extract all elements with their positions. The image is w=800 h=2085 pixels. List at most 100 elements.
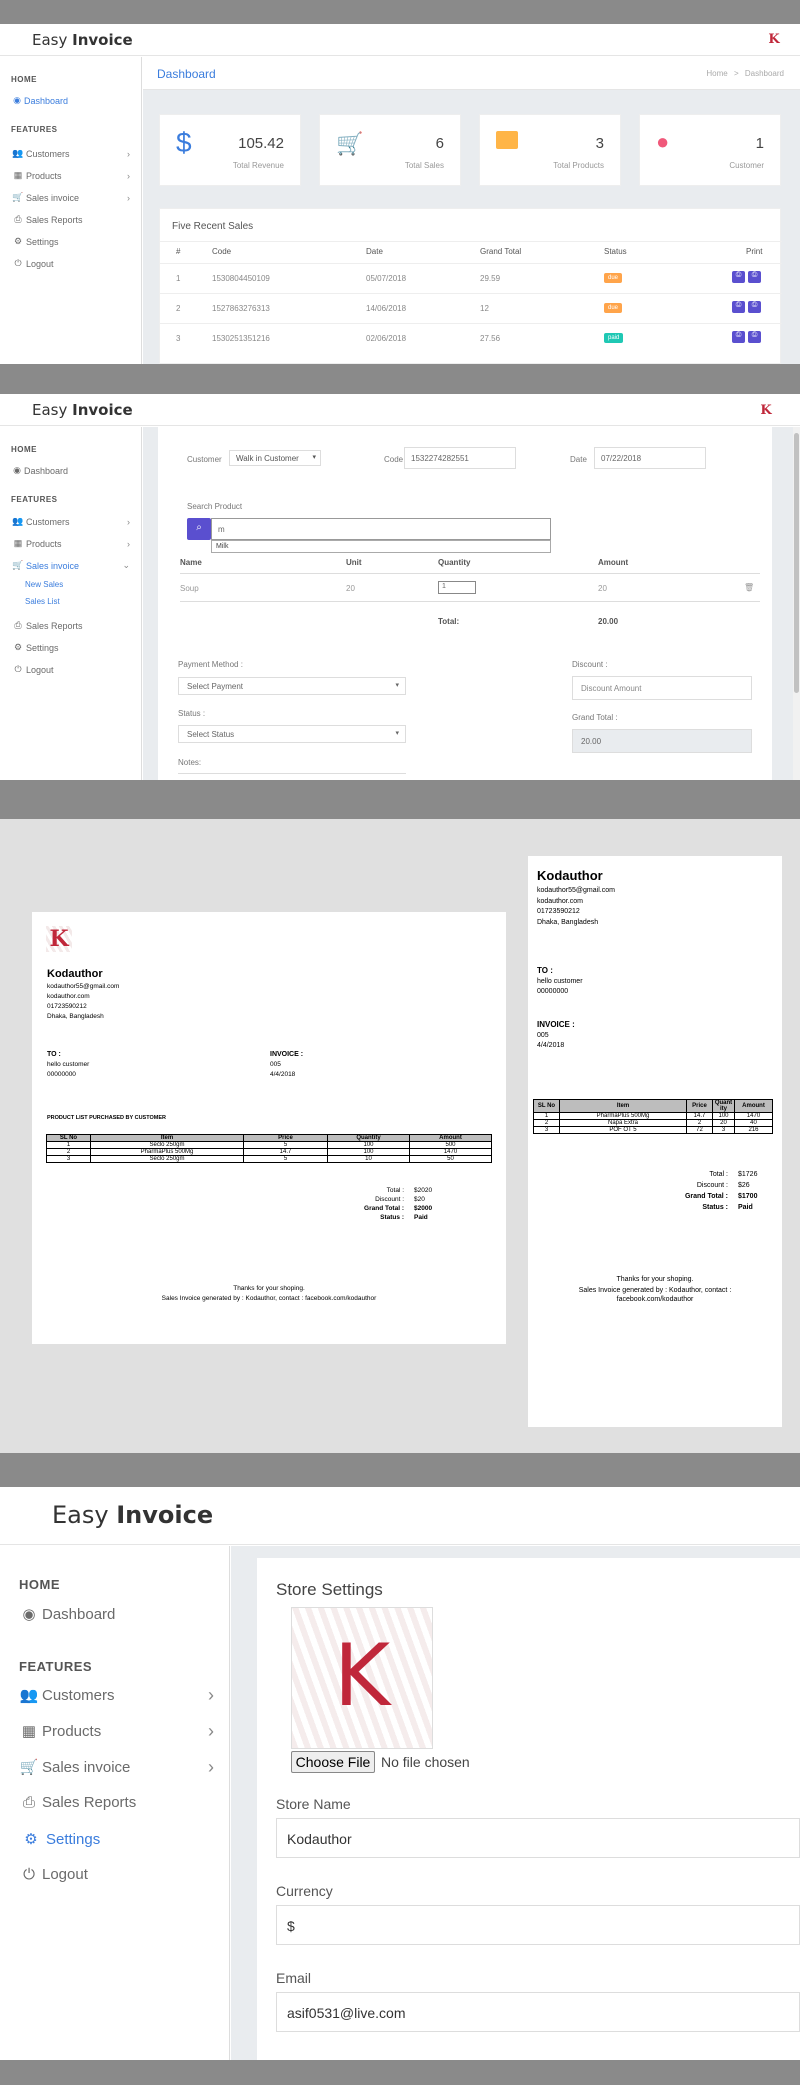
store-name-input[interactable]: Kodauthor — [276, 1818, 800, 1858]
items-table-header: Name Unit Quantity Amount — [180, 558, 760, 574]
quantity-input[interactable]: 1 — [438, 581, 476, 594]
scrollbar[interactable] — [793, 427, 800, 780]
sidebar-item-sales-invoice[interactable]: 🛒 Sales invoice ⌄ — [10, 560, 138, 571]
sidebar-item-logout[interactable]: ⏻ Logout — [10, 664, 53, 675]
print-button[interactable]: ⎙ — [732, 271, 745, 283]
table-row: 1 1530804450109 05/07/2018 29.59 due ⎙ ⎙ — [160, 263, 782, 293]
dashboard-icon: ◉ — [22, 1606, 36, 1623]
status-select[interactable]: Select Status ▾ — [178, 725, 406, 743]
table-row: 1 PharmaPlus 500Mg 14.7 100 1470 — [533, 1112, 773, 1120]
choose-file-button[interactable]: Choose File — [291, 1751, 375, 1773]
table-row: 3 POF OT 5 72 3 216 — [533, 1126, 773, 1134]
sidebar-item-sales-invoice[interactable]: 🛒 Sales invoice › — [10, 192, 138, 203]
email-input[interactable]: asif0531@live.com — [276, 1992, 800, 2032]
company-email: kodauthor55@gmail.com — [47, 983, 120, 990]
discount-input[interactable]: Discount Amount — [572, 676, 752, 700]
sidebar-item-dashboard[interactable]: ◉ Dashboard — [16, 1605, 115, 1624]
user-avatar[interactable]: K — [756, 403, 776, 421]
customer-phone: 00000000 — [537, 988, 569, 995]
user-avatar[interactable]: K — [764, 32, 784, 50]
a4-invoice: K Kodauthor kodauthor55@gmail.com kodaut… — [32, 912, 506, 1344]
sidebar-item-customers[interactable]: 👥 Customers › — [10, 148, 138, 159]
sidebar-heading-features: FEATURES — [11, 125, 58, 134]
company-phone: 01723590212 — [537, 908, 580, 915]
stat-value: 6 — [435, 135, 444, 152]
invoice-footer: Sales Invoice generated by : Kodauthor, … — [578, 1287, 732, 1294]
print-button[interactable]: ⎙ — [732, 301, 745, 313]
company-email: kodauthor55@gmail.com — [537, 887, 615, 894]
payment-method-select[interactable]: Select Payment ▾ — [178, 677, 406, 695]
chevron-right-icon: › — [127, 538, 130, 549]
breadcrumb-home[interactable]: Home — [706, 69, 727, 78]
table-row: 1 Seclo 250gm 5 100 500 — [46, 1141, 492, 1149]
print-pos-button[interactable]: ⎙ — [748, 271, 761, 283]
no-file-label: No file chosen — [381, 1754, 470, 1770]
sidebar-heading-home: HOME — [11, 445, 37, 454]
sidebar-item-customers[interactable]: 👥 Customers › — [10, 516, 138, 527]
sidebar-item-products[interactable]: ▦ Products › — [10, 538, 138, 549]
print-pos-button[interactable]: ⎙ — [748, 301, 761, 313]
app-logo[interactable]: Easy Invoice — [32, 31, 133, 49]
sidebar-item-sales-invoice[interactable]: 🛒 Sales invoice › — [16, 1757, 222, 1777]
sidebar-item-sales-reports[interactable]: ⎙ Sales Reports — [10, 620, 82, 631]
sidebar-subitem-new-sales[interactable]: New Sales — [25, 580, 63, 589]
sidebar-item-settings[interactable]: ⚙ Settings — [16, 1830, 100, 1849]
code-field[interactable]: 1532274282551 — [404, 447, 516, 469]
caret-down-icon: ▾ — [312, 454, 316, 461]
recent-sales-card: Five Recent Sales # Code Date Grand Tota… — [159, 208, 782, 364]
table-row: 2 PharmaPlus 500Mg 14.7 100 1470 — [46, 1148, 492, 1156]
invoice-date: 4/4/2018 — [270, 1071, 296, 1078]
customer-select[interactable]: Walk in Customer ▾ — [229, 450, 321, 466]
breadcrumb-current: Dashboard — [744, 69, 784, 78]
app-logo[interactable]: Easy Invoice — [52, 1501, 213, 1529]
sidebar-heading-home: HOME — [19, 1577, 60, 1592]
company-site: kodauthor.com — [47, 993, 90, 1000]
a4-totals: Total : $2020 Discount : $20 Grand Total :… — [364, 1187, 433, 1221]
invoice-footer: Sales Invoice generated by : Kodauthor, … — [161, 1295, 377, 1302]
customers-icon: 👥 — [12, 516, 24, 526]
sidebar-item-sales-reports[interactable]: ⎙ Sales Reports — [10, 214, 82, 225]
printer-icon: ⎙ — [22, 1794, 35, 1811]
trash-icon[interactable]: 🗑 — [744, 583, 754, 592]
table-row: 3 Seclo 250gm 5 10 50 — [46, 1155, 492, 1163]
sidebar-item-dashboard[interactable]: ◉ Dashboard — [10, 95, 68, 106]
to-label: TO : — [537, 966, 553, 975]
chevron-right-icon: › — [127, 170, 130, 181]
invoice-footer-link: facebook.com/kodauthor — [616, 1296, 694, 1303]
customers-icon: 👥 — [19, 1687, 39, 1704]
sidebar-heading-home: HOME — [11, 75, 37, 84]
email-label: Email — [276, 1970, 312, 1986]
date-field[interactable]: 07/22/2018 — [594, 447, 706, 469]
chevron-down-icon: ⌄ — [122, 560, 130, 570]
store-name-label: Store Name — [276, 1796, 351, 1812]
code-label: Code — [384, 455, 404, 464]
sidebar-item-settings[interactable]: ⚙ Settings — [10, 236, 59, 247]
user-icon: ● — [656, 129, 670, 154]
cart-icon: 🛒 — [19, 1759, 39, 1776]
app-logo[interactable]: Easy Invoice — [32, 401, 133, 419]
search-product-input[interactable]: m — [211, 518, 551, 540]
invoice-preview-panel: K Kodauthor kodauthor55@gmail.com kodaut… — [0, 819, 800, 1453]
sidebar-item-settings[interactable]: ⚙ Settings — [10, 642, 59, 653]
products-icon: ▦ — [13, 538, 23, 548]
power-icon: ⏻ — [14, 664, 22, 674]
sidebar-item-logout[interactable]: ⏻ Logout — [10, 258, 53, 269]
stat-card-revenue: $ 105.42 Total Revenue — [159, 114, 301, 186]
discount-label: Discount : — [572, 660, 608, 669]
search-button[interactable]: ⌕ — [187, 518, 211, 540]
grand-total-label: Grand Total : — [572, 713, 618, 722]
sidebar-item-products[interactable]: ▦ Products › — [16, 1721, 222, 1741]
sidebar-item-dashboard[interactable]: ◉ Dashboard — [10, 465, 68, 476]
search-suggestion[interactable]: Milk — [211, 540, 551, 553]
a4-invoice-table: SL No Item Price Quantity Amount 1 Seclo 250g… — [46, 1134, 492, 1163]
sidebar-item-products[interactable]: ▦ Products › — [10, 170, 138, 181]
currency-input[interactable]: $ — [276, 1905, 800, 1945]
print-pos-button[interactable]: ⎙ — [748, 331, 761, 343]
chevron-right-icon: › — [127, 192, 130, 203]
notes-label: Notes: — [178, 758, 202, 767]
sidebar-item-customers[interactable]: 👥 Customers › — [16, 1685, 222, 1705]
sidebar-subitem-sales-list[interactable]: Sales List — [25, 597, 60, 606]
print-button[interactable]: ⎙ — [732, 331, 745, 343]
sidebar-item-sales-reports[interactable]: ⎙ Sales Reports — [16, 1794, 136, 1811]
sidebar-item-logout[interactable]: ⏻ Logout — [16, 1866, 88, 1883]
